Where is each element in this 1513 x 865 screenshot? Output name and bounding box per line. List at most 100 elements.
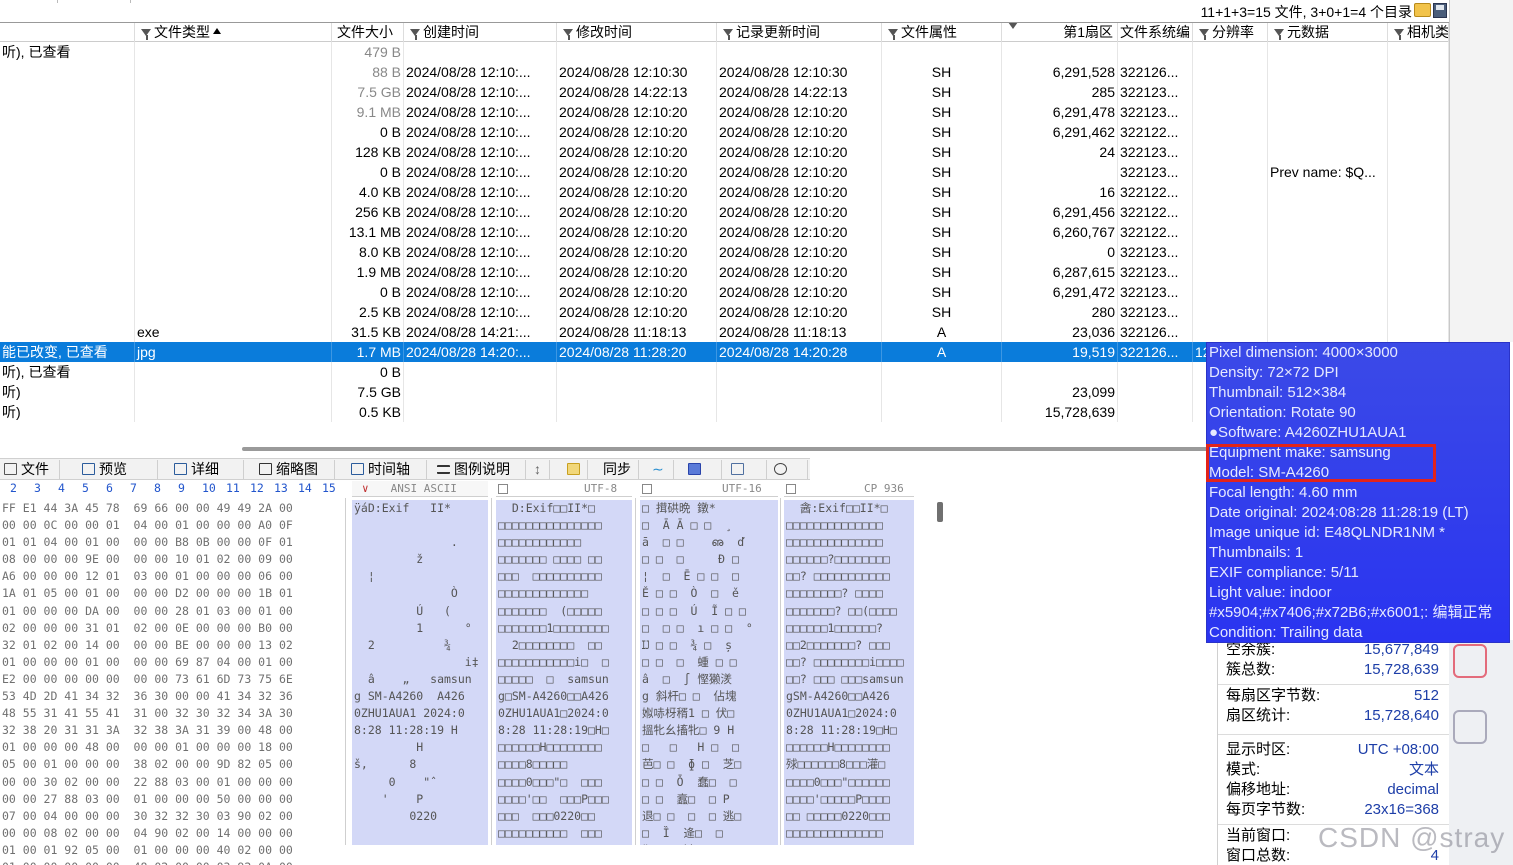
table-cell-attr: SH	[882, 82, 1002, 102]
table-cell-type	[135, 282, 332, 302]
table-row[interactable]: 256 KB 2024/08/28 12:10:... 2024/08/28 12:…	[0, 202, 1449, 222]
table-cell-meta	[1268, 142, 1388, 162]
table-row[interactable]: 听), 已查看 479 B	[0, 42, 1449, 62]
table-cell-name	[0, 102, 135, 122]
table-row[interactable]: 8.0 KB 2024/08/28 12:10:... 2024/08/28 12:…	[0, 242, 1449, 262]
tooltip-line: Pixel dimension: 4000×3000	[1209, 344, 1398, 361]
folder-icon[interactable]	[1414, 3, 1431, 17]
table-cell-attr: A	[882, 342, 1002, 362]
column-header-name[interactable]	[0, 23, 135, 42]
table-row[interactable]: 2.5 KB 2024/08/28 12:10:... 2024/08/28 12:…	[0, 302, 1449, 322]
tooltip-line: Condition: Trailing data	[1209, 624, 1363, 641]
column-divider	[130, 0, 131, 3]
filter-icon[interactable]	[1008, 23, 1018, 29]
column-header-metadata[interactable]: 元数据	[1268, 23, 1388, 42]
sort-button[interactable]: ↕	[530, 460, 550, 479]
hex-text-line: □ □ □ 蝩 □ □	[642, 654, 737, 669]
hex-text-line: □□□□'□□ □□□P□□□	[498, 791, 609, 806]
hex-text-line: □□□□□□□□□□□□	[498, 535, 582, 550]
table-cell-camera	[1388, 102, 1449, 122]
table-cell-size: 256 KB	[332, 202, 404, 222]
table-row[interactable]: 7.5 GB 2024/08/28 12:10:... 2024/08/28 14:…	[0, 82, 1449, 102]
table-cell-fs: 322122...	[1118, 182, 1193, 202]
table-cell-attr: SH	[882, 102, 1002, 122]
hex-column-number: 6	[106, 481, 113, 495]
table-row[interactable]: 13.1 MB 2024/08/28 12:10:... 2024/08/28 12…	[0, 222, 1449, 242]
table-cell-name	[0, 202, 135, 222]
column-header-filesystem[interactable]: 文件系统编	[1118, 23, 1193, 42]
table-row[interactable]: exe 31.5 KB 2024/08/28 14:21:... 2024/08/28…	[0, 322, 1449, 342]
binoculars-icon[interactable]	[684, 460, 722, 479]
table-cell-name	[0, 62, 135, 82]
tab-thumbnails[interactable]: 缩略图	[255, 460, 335, 479]
hex-text-line: g 斜杆□ □ 佔塊	[642, 689, 737, 704]
save-icon[interactable]	[1433, 3, 1447, 18]
table-row[interactable]: 128 KB 2024/08/28 12:10:... 2024/08/28 12:…	[0, 142, 1449, 162]
hex-text-line: 01 00 00 00 00 00 48 02 00 00 03 92 0A 0…	[2, 859, 342, 865]
heart-icon[interactable]	[1453, 644, 1487, 678]
sync-button[interactable]: 同步	[599, 460, 639, 479]
column-header-size[interactable]: 文件大小	[332, 23, 404, 42]
hex-text-line: □□□□□□□? □□(□□□□	[786, 603, 897, 618]
table-row[interactable]: 0 B 2024/08/28 12:10:... 2024/08/28 12:10:…	[0, 162, 1449, 182]
table-cell-sector: 285	[1002, 82, 1118, 102]
table-cell-camera	[1388, 122, 1449, 142]
utf16-pane-header[interactable]: UTF-16	[640, 481, 778, 497]
column-header-attributes[interactable]: 文件属性	[882, 23, 1002, 42]
hex-bytes[interactable]: FF E1 44 3A 45 78 69 66 00 00 49 49 2A 0…	[2, 500, 342, 865]
table-row[interactable]: 88 B 2024/08/28 12:10:... 2024/08/28 12:10…	[0, 62, 1449, 82]
table-row[interactable]: 0 B 2024/08/28 12:10:... 2024/08/28 12:10:…	[0, 122, 1449, 142]
copy-icon[interactable]	[727, 460, 767, 479]
sector-count-row: 扇区统计: 15,728,640	[1226, 707, 1439, 724]
table-cell-modified: 2024/08/28 12:10:20	[557, 102, 717, 122]
column-header-type[interactable]: 文件类型	[135, 23, 332, 42]
utf16-text-pane[interactable]: □ 搑硔晩 鐓* □ Ā Ā □ □ ¸ ā □ □ ഌ ď □ □ □ Ð □ ¦ □…	[640, 500, 778, 845]
table-cell-record: 2024/08/28 12:10:20	[717, 142, 882, 162]
horizontal-scrollbar[interactable]	[242, 447, 1208, 451]
table-cell-attr: SH	[882, 242, 1002, 262]
table-cell-res	[1193, 302, 1268, 322]
table-cell-name: 听)	[0, 382, 135, 402]
table-row[interactable]: 9.1 MB 2024/08/28 12:10:... 2024/08/28 12:…	[0, 102, 1449, 122]
table-cell-created	[404, 42, 557, 62]
utf8-text-pane[interactable]: D:Exif□□II*□ □□□□□□□□□□□□□□□ □□□□□□□□□□□□ □…	[496, 500, 632, 845]
tab-file[interactable]: 文件	[0, 460, 60, 479]
target-icon[interactable]	[770, 460, 808, 479]
cp936-text-pane[interactable]: 酓:Exif□□II*□ □□□□□□□□□□□□□□ □□□□□□□□□□□□□□…	[784, 500, 914, 845]
table-cell-res	[1193, 282, 1268, 302]
hex-text-line: □□□□□□□□□□ □□□	[498, 825, 602, 840]
collapse-up-icon[interactable]	[1453, 710, 1487, 744]
hex-text-line: Ò	[354, 586, 458, 601]
tab-details[interactable]: 详细	[170, 460, 244, 479]
file-icon	[4, 463, 17, 476]
folder-sync-icon[interactable]	[563, 460, 588, 479]
hex-text-line: 00 00 08 02 00 00 04 90 02 00 14 00 00 0…	[2, 825, 293, 840]
table-cell-sector: 23,036	[1002, 322, 1118, 342]
ansi-text-pane[interactable]: ÿáD:Exif II* . ž ¦ Ò Ú ( 1 ° 2 ¾ i‡ â „ …	[352, 500, 488, 845]
hex-text-line: ' P	[354, 791, 424, 806]
table-row[interactable]: 4.0 KB 2024/08/28 12:10:... 2024/08/28 12:…	[0, 182, 1449, 202]
column-header-record-updated[interactable]: 记录更新时间	[717, 23, 882, 42]
cp936-pane-header[interactable]: CP 936	[784, 481, 914, 497]
column-header-camera[interactable]: 相机类	[1388, 23, 1449, 42]
tab-timeline[interactable]: 时间轴	[347, 460, 427, 479]
column-header-first-sector[interactable]: 第1扇区	[1002, 23, 1118, 42]
hex-scrollbar[interactable]	[937, 502, 943, 522]
wave-icon[interactable]: ∼	[648, 460, 674, 479]
hex-text-line: A6 00 00 00 12 01 03 00 01 00 00 00 06 0…	[2, 569, 293, 584]
tab-legend[interactable]: 图例说明	[433, 460, 526, 479]
hex-text-line	[352, 517, 488, 534]
table-row[interactable]: 0 B 2024/08/28 12:10:... 2024/08/28 12:10:…	[0, 282, 1449, 302]
column-header-resolution[interactable]: 分辨率	[1193, 23, 1268, 42]
ansi-pane-header[interactable]: ∨ ANSI ASCII	[352, 481, 488, 497]
hex-viewer[interactable]: 2 3 4 5 6 7 8 9 10 11 12 13 14 15 ∨ ANSI ASCII UTF-8 U…	[0, 480, 930, 865]
tab-preview[interactable]: 预览	[78, 460, 158, 479]
utf8-pane-header[interactable]: UTF-8	[496, 481, 632, 497]
hex-column-number: 13	[274, 481, 288, 495]
column-header-created[interactable]: 创建时间	[404, 23, 557, 42]
table-cell-name	[0, 302, 135, 322]
tooltip-line: #x5904;#x7406;#x72B6;#x6001;: 编辑正常	[1209, 604, 1493, 621]
hex-text-line: 05 00 01 00 00 00 38 02 00 00 9D 82 05 0…	[2, 757, 293, 772]
table-row[interactable]: 1.9 MB 2024/08/28 12:10:... 2024/08/28 12:…	[0, 262, 1449, 282]
column-header-modified[interactable]: 修改时间	[557, 23, 717, 42]
